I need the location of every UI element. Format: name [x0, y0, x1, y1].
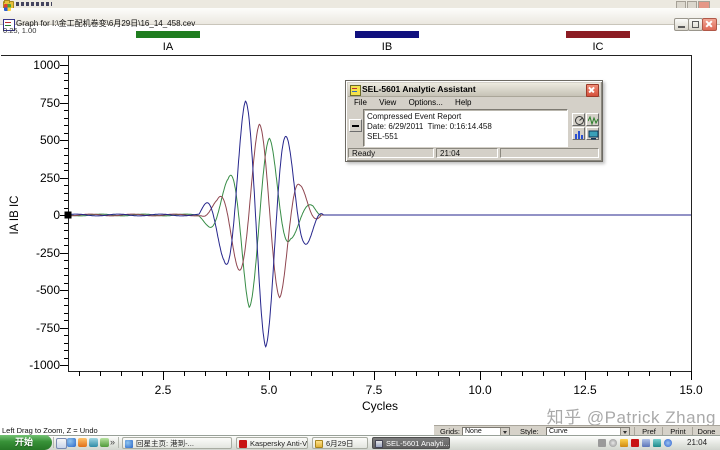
chevron-down-icon[interactable] — [620, 428, 629, 435]
quick-launch-overflow[interactable]: » — [110, 436, 115, 449]
display-icon — [588, 129, 599, 140]
x-tick-label: 2.5 — [155, 383, 172, 397]
clock-icon[interactable] — [609, 439, 617, 447]
status-ready: Ready — [348, 148, 434, 158]
kaspersky-tray-icon[interactable] — [631, 439, 639, 447]
y-tick-label: 1000 — [33, 58, 60, 72]
media-player-icon[interactable] — [78, 438, 87, 447]
zoom-hint: Left Drag to Zoom, Z = Undo — [2, 426, 98, 435]
ie-icon — [125, 440, 133, 448]
harmonics-icon — [574, 129, 585, 140]
waveform-icon — [588, 115, 599, 126]
status-extra — [500, 148, 599, 158]
taskbar-divider — [53, 437, 54, 448]
taskbar-button-label: 6月29日 — [326, 439, 354, 448]
x-tick-label: 5.0 — [261, 383, 278, 397]
event-line[interactable]: SEL-551 — [367, 132, 567, 142]
y-axis-label: IA IB IC — [9, 179, 23, 251]
taskbar-button-folder[interactable]: 6月29日 — [312, 437, 368, 449]
kaspersky-icon — [239, 440, 247, 448]
grids-value: None — [465, 428, 482, 435]
minus-icon — [352, 125, 359, 127]
phasor-button[interactable] — [572, 113, 585, 126]
taskbar-button-kaspersky[interactable]: Kaspersky Anti-V... — [236, 437, 308, 449]
chevron-down-icon[interactable] — [500, 428, 509, 435]
y-tick-label: -250 — [36, 246, 60, 260]
update-icon[interactable] — [664, 439, 672, 447]
sel5601-dialog[interactable]: SEL-5601 Analytic Assistant File View Op… — [345, 80, 603, 162]
harmonics-button[interactable] — [572, 127, 585, 140]
waveform-chart[interactable]: -1000 -750 -500 -250 0 250 500 750 1000 2.5 5.0 7.5… — [0, 0, 720, 450]
sel-app-icon — [350, 85, 361, 96]
tray-clock[interactable]: 21:04 — [687, 437, 707, 449]
dialog-titlebar[interactable]: SEL-5601 Analytic Assistant — [348, 83, 600, 97]
taskbar-button-sel5601[interactable]: SEL-5601 Analyti... — [372, 437, 450, 449]
menu-view[interactable]: View — [374, 98, 401, 107]
messenger-icon[interactable] — [89, 438, 98, 447]
display-tray-icon[interactable] — [653, 439, 661, 447]
x-tick-label: 7.5 — [366, 383, 383, 397]
network-icon[interactable] — [642, 439, 650, 447]
dialog-title: SEL-5601 Analytic Assistant — [362, 83, 476, 96]
collapse-button[interactable] — [349, 119, 362, 132]
style-value: Curve — [549, 428, 568, 435]
taskbar-button-label: 回星主页: 港到-... — [136, 439, 194, 448]
event-listbox[interactable]: Compressed Event Report Date: 6/29/2011 … — [363, 109, 568, 147]
phasor-icon — [574, 115, 585, 126]
taskbar-button-homepage[interactable]: 回星主页: 港到-... — [122, 437, 232, 449]
taskbar-divider — [118, 437, 119, 448]
menu-help[interactable]: Help — [450, 98, 476, 107]
x-tick-label: 12.5 — [573, 383, 597, 397]
y-tick-label: 250 — [40, 171, 60, 185]
menu-options[interactable]: Options... — [404, 98, 448, 107]
y-tick-label: -500 — [36, 283, 60, 297]
origin-marker — [65, 212, 72, 219]
status-time: 21:04 — [436, 148, 498, 158]
ie-icon[interactable] — [67, 438, 76, 447]
windows-flag-icon — [4, 4, 11, 11]
display-button[interactable] — [586, 127, 599, 140]
taskbar-button-label: SEL-5601 Analyti... — [386, 439, 450, 448]
series-IA — [68, 138, 691, 307]
y-tick-label: 750 — [40, 96, 60, 110]
x-axis-label: Cycles — [340, 399, 420, 413]
dialog-statusbar: Ready 21:04 — [346, 148, 602, 159]
desktop-screen: Graph for I:\金工配机卷变\6月29日\16_14_458.cev … — [0, 0, 720, 450]
x-tick-label: 15.0 — [679, 383, 703, 397]
printer-icon[interactable] — [598, 439, 606, 447]
y-tick-label: 0 — [53, 208, 60, 222]
y-tick-label: -750 — [36, 321, 60, 335]
waveform-button[interactable] — [586, 113, 599, 126]
y-tick-label: -1000 — [29, 358, 60, 372]
app-shortcut-icon[interactable] — [100, 438, 109, 447]
event-line[interactable]: Date: 6/29/2011 Time: 0:16:14.458 — [367, 122, 567, 132]
sel-app-icon — [375, 440, 383, 448]
menu-file[interactable]: File — [349, 98, 372, 107]
folder-icon — [315, 440, 323, 448]
x-tick-label: 10.0 — [468, 383, 492, 397]
y-tick-label: 500 — [40, 133, 60, 147]
show-desktop-icon[interactable] — [56, 438, 67, 449]
dialog-close-icon[interactable] — [586, 84, 599, 97]
shield-icon[interactable] — [620, 439, 628, 447]
event-line[interactable]: Compressed Event Report — [367, 112, 567, 122]
dialog-menubar: File View Options... Help — [349, 97, 599, 108]
start-button[interactable]: 开始 — [0, 435, 52, 450]
taskbar-button-label: Kaspersky Anti-V... — [250, 439, 308, 448]
